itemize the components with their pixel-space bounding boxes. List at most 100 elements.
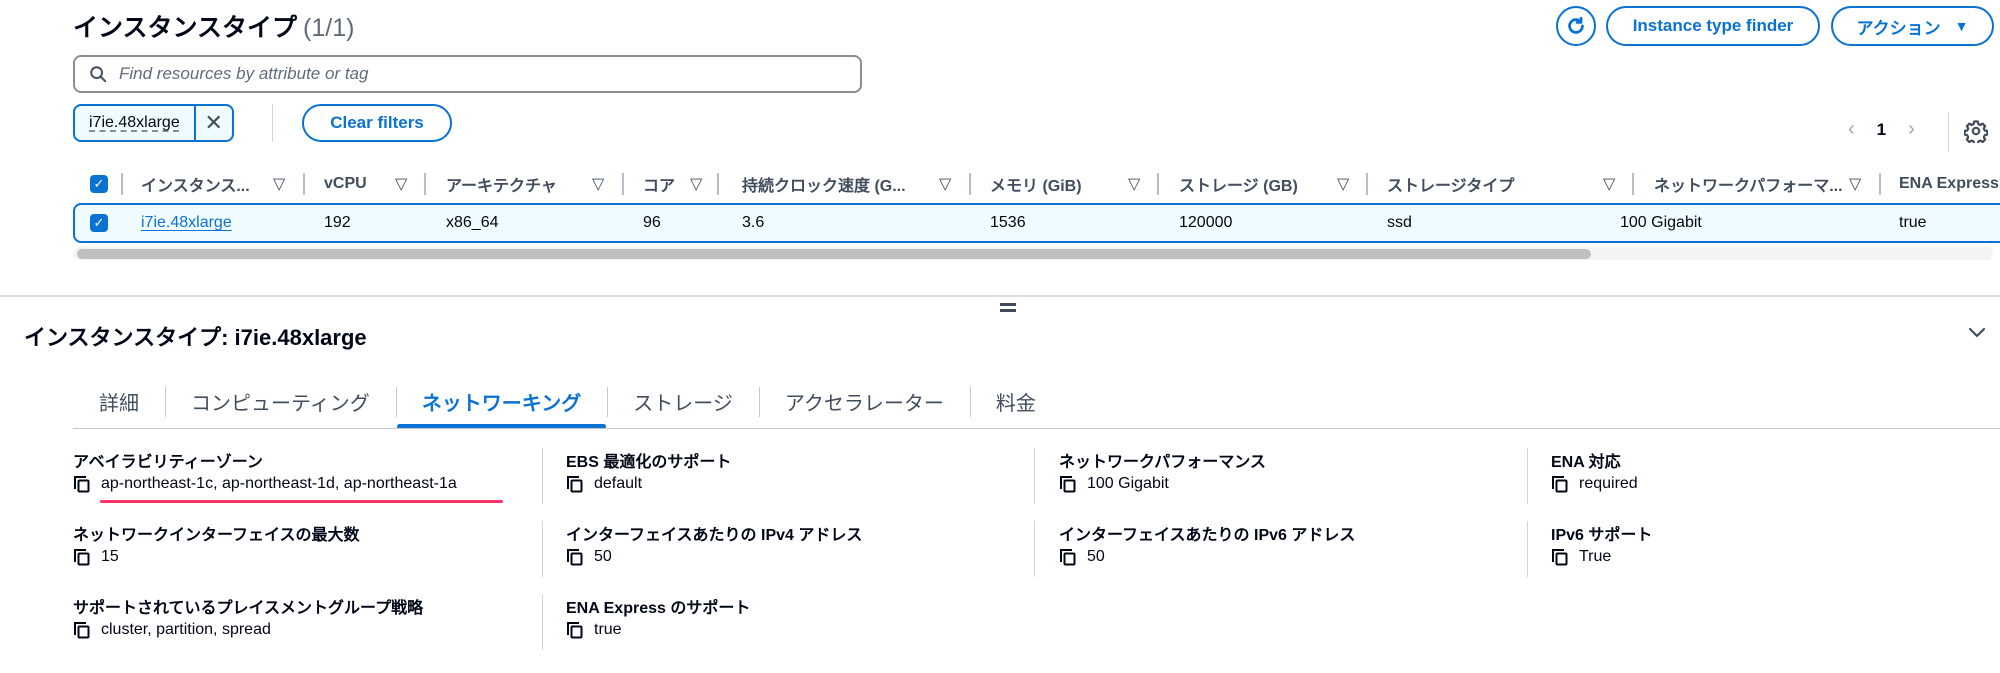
table-row[interactable]: ✓ i7ie.48xlarge 192 x86_64 96 3.6 1536 1…	[73, 203, 2000, 243]
column-header-storage[interactable]: ストレージ (GB)	[1179, 166, 1298, 202]
column-header-cores[interactable]: コア	[643, 166, 675, 202]
field-value: 15	[101, 548, 119, 565]
copy-icon[interactable]	[1059, 475, 1077, 493]
tab-networking[interactable]: ネットワーキング	[395, 375, 607, 429]
column-label: 持続クロック速度 (G...	[742, 178, 906, 195]
remove-filter-button[interactable]: ✕	[193, 106, 232, 140]
column-divider	[717, 173, 719, 195]
filter-token: i7ie.48xlarge ✕	[73, 104, 234, 142]
column-label: インスタンス...	[141, 178, 250, 195]
current-page[interactable]: 1	[1877, 120, 1886, 140]
column-divider	[1157, 173, 1159, 195]
clear-filters-button[interactable]: Clear filters	[302, 104, 452, 142]
field-ebs-optimized: EBS 最適化のサポート default	[566, 448, 1036, 496]
copy-icon[interactable]	[566, 475, 584, 493]
cell-clock-speed: 3.6	[742, 214, 765, 231]
column-header-memory[interactable]: メモリ (GiB)	[990, 166, 1082, 202]
column-header-vcpu[interactable]: vCPU	[324, 166, 367, 202]
copy-icon[interactable]	[566, 548, 584, 566]
sort-icon[interactable]: ▽	[1603, 166, 1615, 202]
tab-pricing[interactable]: 料金	[969, 375, 1062, 427]
detail-tabs: 詳細 コンピューティング ネットワーキング ストレージ アクセラレーター 料金	[73, 375, 1062, 429]
sort-icon[interactable]: ▽	[1128, 166, 1140, 202]
actions-label: アクション	[1856, 18, 1941, 38]
column-header-storage-type[interactable]: ストレージタイプ	[1387, 166, 1514, 202]
filter-token-label[interactable]: i7ie.48xlarge	[75, 106, 194, 140]
sort-glyph: ▽	[395, 176, 408, 193]
tabs-baseline	[73, 428, 2000, 429]
column-label: ネットワークパフォーマ...	[1654, 178, 1843, 195]
column-header-architecture[interactable]: アーキテクチャ	[446, 166, 557, 202]
field-label: ENA 対応	[1551, 454, 1621, 471]
column-header-network-performance[interactable]: ネットワークパフォーマ...	[1619, 166, 1843, 202]
next-page-icon[interactable]: ›	[1908, 118, 1915, 141]
copy-icon[interactable]	[73, 621, 91, 639]
refresh-icon	[1568, 16, 1584, 34]
resize-handle-icon[interactable]	[1000, 303, 1016, 313]
column-header-ena-express[interactable]: ENA Express	[1899, 166, 1999, 202]
column-divider	[424, 173, 426, 195]
field-value: 50	[1087, 548, 1105, 565]
tab-storage[interactable]: ストレージ	[607, 375, 759, 427]
checkbox-checked-icon: ✓	[90, 214, 108, 232]
copy-icon[interactable]	[73, 548, 91, 566]
field-label: EBS 最適化のサポート	[566, 454, 732, 471]
cell-architecture: x86_64	[446, 214, 499, 231]
field-ipv6-per-interface: インターフェイスあたりの IPv6 アドレス 50	[1059, 521, 1529, 569]
clear-filters-label: Clear filters	[330, 113, 424, 132]
tab-accelerators[interactable]: アクセラレーター	[758, 375, 970, 427]
detail-panel-title: インスタンスタイプ: i7ie.48xlarge	[24, 325, 367, 350]
previous-page-icon[interactable]: ‹	[1848, 118, 1855, 141]
field-label: アベイラビリティーゾーン	[73, 454, 263, 471]
search-input[interactable]	[117, 63, 817, 85]
instance-type-finder-button[interactable]: Instance type finder	[1606, 6, 1820, 46]
cell-vcpu: 192	[324, 214, 351, 231]
sort-icon[interactable]: ▽	[395, 166, 407, 202]
sort-icon[interactable]: ▽	[1849, 166, 1861, 202]
sort-icon[interactable]: ▽	[939, 166, 951, 202]
field-value: cluster, partition, spread	[101, 621, 271, 638]
sort-icon[interactable]: ▽	[690, 166, 702, 202]
select-all-checkbox[interactable]: ✓	[90, 166, 108, 202]
cell-ena-express: true	[1899, 214, 1927, 231]
field-label: インターフェイスあたりの IPv4 アドレス	[566, 527, 863, 544]
copy-icon[interactable]	[73, 475, 91, 493]
gear-icon[interactable]	[1964, 119, 1988, 143]
field-label: サポートされているプレイスメントグループ戦略	[73, 600, 424, 617]
column-label: ストレージ (GB)	[1179, 178, 1298, 195]
refresh-button[interactable]	[1556, 6, 1596, 46]
cell-memory: 1536	[990, 214, 1026, 231]
copy-icon[interactable]	[1551, 475, 1569, 493]
chevron-down-icon[interactable]	[1968, 322, 1986, 345]
field-value: 100 Gigabit	[1087, 475, 1169, 492]
sort-icon[interactable]: ▽	[1337, 166, 1349, 202]
tab-compute[interactable]: コンピューティング	[165, 375, 396, 427]
horizontal-scrollbar-thumb[interactable]	[77, 249, 1591, 259]
search-field[interactable]	[73, 55, 862, 93]
copy-icon[interactable]	[1059, 548, 1077, 566]
field-availability-zones: アベイラビリティーゾーン ap-northeast-1c, ap-northea…	[73, 448, 543, 496]
column-header-instance-type[interactable]: インスタンス...	[141, 166, 250, 202]
column-header-clock-speed[interactable]: 持続クロック速度 (G...	[742, 166, 906, 202]
column-divider	[1879, 173, 1881, 195]
copy-icon[interactable]	[566, 621, 584, 639]
field-value: required	[1579, 475, 1638, 492]
actions-dropdown-button[interactable]: アクション ▼	[1831, 6, 1994, 46]
column-label: メモリ (GiB)	[990, 178, 1082, 195]
column-divider	[622, 173, 624, 195]
sort-icon[interactable]: ▽	[592, 166, 604, 202]
tab-details[interactable]: 詳細	[73, 375, 165, 427]
instance-type-link[interactable]: i7ie.48xlarge	[141, 214, 232, 232]
sort-glyph: ▽	[1603, 176, 1616, 193]
field-ipv6-support: IPv6 サポート True	[1551, 521, 2000, 569]
field-value: True	[1579, 548, 1612, 565]
close-icon: ✕	[204, 110, 223, 135]
split-panel-divider	[0, 295, 2000, 297]
copy-icon[interactable]	[1551, 548, 1569, 566]
cell-cores: 96	[643, 214, 661, 231]
cell-storage-type: ssd	[1387, 214, 1412, 231]
sort-glyph: ▽	[1337, 176, 1350, 193]
sort-icon[interactable]: ▽	[273, 166, 285, 202]
row-checkbox[interactable]: ✓	[90, 205, 108, 241]
field-ena-express-support: ENA Express のサポート true	[566, 594, 1036, 642]
